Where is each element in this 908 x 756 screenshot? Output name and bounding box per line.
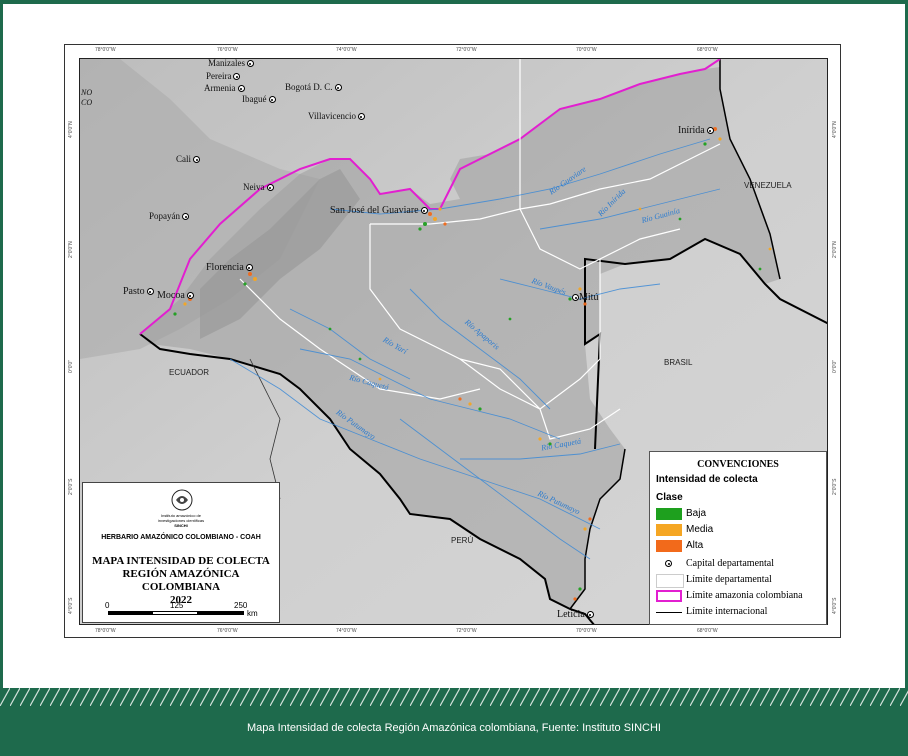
- legend-label-international: Límite internacional: [686, 606, 768, 617]
- legend-clase: Clase: [656, 492, 683, 503]
- country-brasil: BRASIL: [664, 358, 693, 367]
- tick-bottom-74w: 74°0'0"W: [336, 628, 357, 634]
- scale-bar: [108, 611, 244, 615]
- tick-top-72w: 72°0'0"W: [456, 47, 477, 53]
- map-title-line-2: REGIÓN AMAZÓNICA COLOMBIANA: [122, 568, 240, 593]
- place-manizales: Manizales: [208, 58, 254, 68]
- place-leticia: Leticia: [557, 609, 594, 620]
- tick-top-68w: 68°0'0"W: [697, 47, 718, 53]
- map-title-box: Instituto amazónico de investigaciones c…: [82, 482, 280, 623]
- international-limit-swatch: [656, 606, 682, 618]
- legend-label-amazon: Límite amazonia colombiana: [686, 590, 803, 601]
- legend-swatch-media: [656, 524, 682, 536]
- tick-right-0: 0°0'0": [832, 359, 838, 373]
- legend-label-media: Media: [686, 524, 714, 535]
- sinchi-logo-icon: [171, 489, 193, 511]
- legend-label-departmental: Límite departamental: [686, 574, 772, 585]
- scale-label-0: 0: [105, 601, 110, 610]
- tick-right-4s: 4°0'0"S: [832, 597, 838, 614]
- place-mitu: Mitú: [570, 292, 598, 303]
- legend-title: CONVENCIONES: [697, 459, 779, 470]
- country-ecuador: ECUADOR: [169, 368, 210, 377]
- scale-label-250: 250: [234, 601, 248, 610]
- tick-left-4s: 4°0'0"S: [68, 597, 74, 614]
- tick-left-2s: 2°0'0"S: [68, 478, 74, 495]
- place-pereira: Pereira: [206, 71, 241, 81]
- place-inirida: Inírida: [678, 125, 714, 136]
- legend-label-baja: Baja: [686, 508, 707, 519]
- scale-label-125: 125: [170, 601, 184, 610]
- tick-bottom-70w: 70°0'0"W: [576, 628, 597, 634]
- place-bogota: Bogotá D. C.: [285, 82, 342, 92]
- capital-symbol-icon: [656, 558, 682, 570]
- tick-top-76w: 76°0'0"W: [217, 47, 238, 53]
- place-mocoa: Mocoa: [157, 290, 194, 301]
- tick-right-4n: 4°0'0"N: [832, 121, 838, 138]
- top-frame-bar: [0, 0, 908, 4]
- map-title: MAPA INTENSIDAD DE COLECTA REGIÓN AMAZÓN…: [83, 555, 279, 607]
- tick-left-0: 0°0'0": [68, 359, 74, 373]
- tick-bottom-68w: 68°0'0"W: [697, 628, 718, 634]
- herbario-label: HERBARIO AMAZÓNICO COLOMBIANO - COAH: [101, 534, 261, 541]
- amazon-limit-swatch: [656, 590, 682, 602]
- tick-top-70w: 70°0'0"W: [576, 47, 597, 53]
- tick-bottom-72w: 72°0'0"W: [456, 628, 477, 634]
- tick-left-2n: 2°0'0"N: [68, 241, 74, 258]
- legend-label-capital: Capital departamental: [686, 558, 775, 569]
- tick-right-2s: 2°0'0"S: [832, 478, 838, 495]
- tick-left-4n: 4°0'0"N: [68, 121, 74, 138]
- map-title-line-1: MAPA INTENSIDAD DE COLECTA: [92, 555, 270, 567]
- left-frame-bar: [0, 0, 3, 688]
- departmental-limit-swatch: [656, 574, 684, 588]
- place-villavicencio: Villavicencio: [308, 111, 365, 121]
- country-venezuela: VENEZUELA: [744, 181, 792, 190]
- place-popayan: Popayán: [149, 211, 189, 221]
- legend-swatch-baja: [656, 508, 682, 520]
- place-san-jose-del-guaviare: San José del Guaviare: [330, 205, 428, 216]
- tick-top-74w: 74°0'0"W: [336, 47, 357, 53]
- place-florencia: Florencia: [206, 262, 253, 273]
- tick-bottom-76w: 76°0'0"W: [217, 628, 238, 634]
- legend-subtitle: Intensidad de colecta: [656, 474, 758, 485]
- place-noco: NO: [81, 88, 93, 97]
- institute-line-3: SINCHI: [174, 523, 188, 528]
- place-cali: Cali: [176, 154, 200, 164]
- tick-top-78w: 78°0'0"W: [95, 47, 116, 53]
- figure-caption: Mapa Intensidad de colecta Región Amazón…: [247, 722, 661, 734]
- place-armenia: Armenia: [204, 83, 245, 93]
- country-peru: PERÚ: [451, 536, 474, 545]
- place-neiva: Neiva: [243, 182, 274, 192]
- map-legend: CONVENCIONES Intensidad de colecta Clase…: [649, 451, 827, 625]
- scale-unit: km: [247, 609, 258, 618]
- place-noco-2: CO: [81, 98, 93, 107]
- legend-swatch-alta: [656, 540, 682, 552]
- place-pasto: Pasto: [123, 286, 154, 297]
- legend-label-alta: Alta: [686, 540, 704, 551]
- hatch-pattern: [0, 688, 908, 706]
- place-ibague: Ibagué: [242, 94, 276, 104]
- tick-bottom-78w: 78°0'0"W: [95, 628, 116, 634]
- tick-right-2n: 2°0'0"N: [832, 241, 838, 258]
